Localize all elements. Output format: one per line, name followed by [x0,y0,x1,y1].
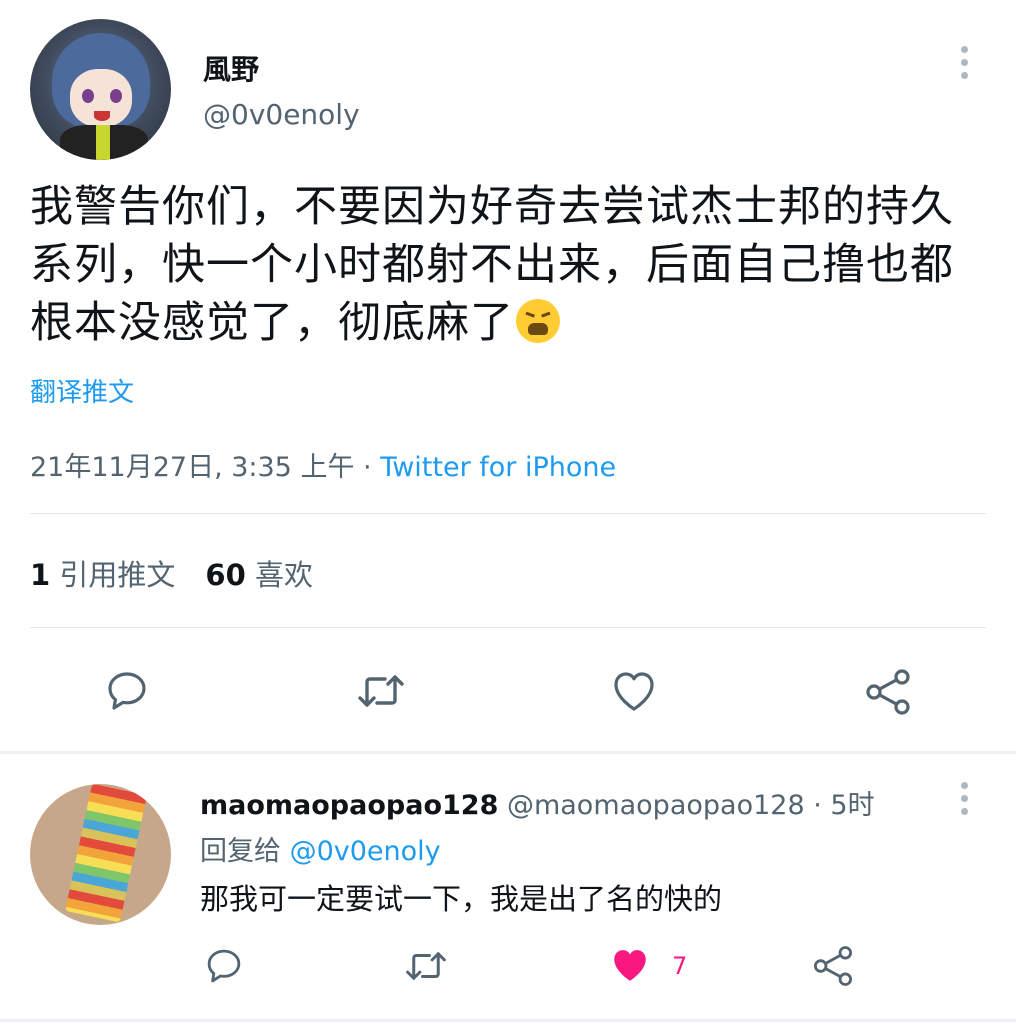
reply-retweet-icon[interactable] [403,945,449,987]
meta-separator: · [354,452,381,483]
weary-face-emoji-icon [516,299,560,343]
author-avatar[interactable] [30,19,171,160]
reply-more-icon[interactable] [961,782,969,815]
share-icon[interactable] [862,667,914,717]
reply-author-handle[interactable]: @maomaopaopao128 [507,790,805,821]
tweet-body: 我警告你们，不要因为好奇去尝试杰士邦的持久系列，快一个小时都射不出来，后面自己撸… [30,182,954,348]
reply-icon[interactable] [103,667,151,715]
engagement-stats: 1 引用推文 60 喜欢 [30,552,313,594]
translate-tweet-link[interactable]: 翻译推文 [30,372,134,409]
tweet-source-link[interactable]: Twitter for iPhone [380,452,616,483]
retweet-icon[interactable] [355,667,407,715]
reply-to-label: 回复给 [200,836,281,867]
author-handle[interactable]: @0v0enoly [203,98,360,131]
tweet-text: 我警告你们，不要因为好奇去尝试杰士邦的持久系列，快一个小时都射不出来，后面自己撸… [30,178,980,352]
reply-header: maomaopaopao128 @maomaopaopao128 · 5时 [200,783,875,822]
divider [30,627,986,628]
author-name[interactable]: 風野 [203,48,259,88]
likes-stat[interactable]: 60 喜欢 [205,558,313,592]
more-icon[interactable] [961,46,969,79]
reply-reply-icon[interactable] [203,945,245,987]
like-count: 60 [205,558,246,592]
reply-like-count: 7 [672,952,688,980]
quote-count: 1 [30,558,51,592]
reply-liked-heart-icon[interactable] [607,944,653,986]
reply-time[interactable]: · 5时 [805,790,874,821]
reply-author-avatar[interactable] [30,784,171,925]
reply-share-icon[interactable] [810,944,856,988]
section-separator [0,751,1016,754]
tweet-timestamp[interactable]: 21年11月27日, 3:35 上午 [30,452,354,483]
reply-to-line: 回复给 @0v0enoly [200,829,441,868]
quote-tweets-stat[interactable]: 1 引用推文 [30,558,175,592]
section-separator [0,1019,1016,1022]
tweet-metadata: 21年11月27日, 3:35 上午 · Twitter for iPhone [30,445,616,484]
reply-text: 那我可一定要试一下，我是出了名的快的 [200,882,723,916]
reply-to-mention[interactable]: @0v0enoly [290,836,441,867]
heart-icon[interactable] [608,667,660,715]
quote-label: 引用推文 [59,558,176,592]
like-label: 喜欢 [255,558,314,592]
divider [30,513,986,514]
reply-author-name[interactable]: maomaopaopao128 [200,790,498,821]
